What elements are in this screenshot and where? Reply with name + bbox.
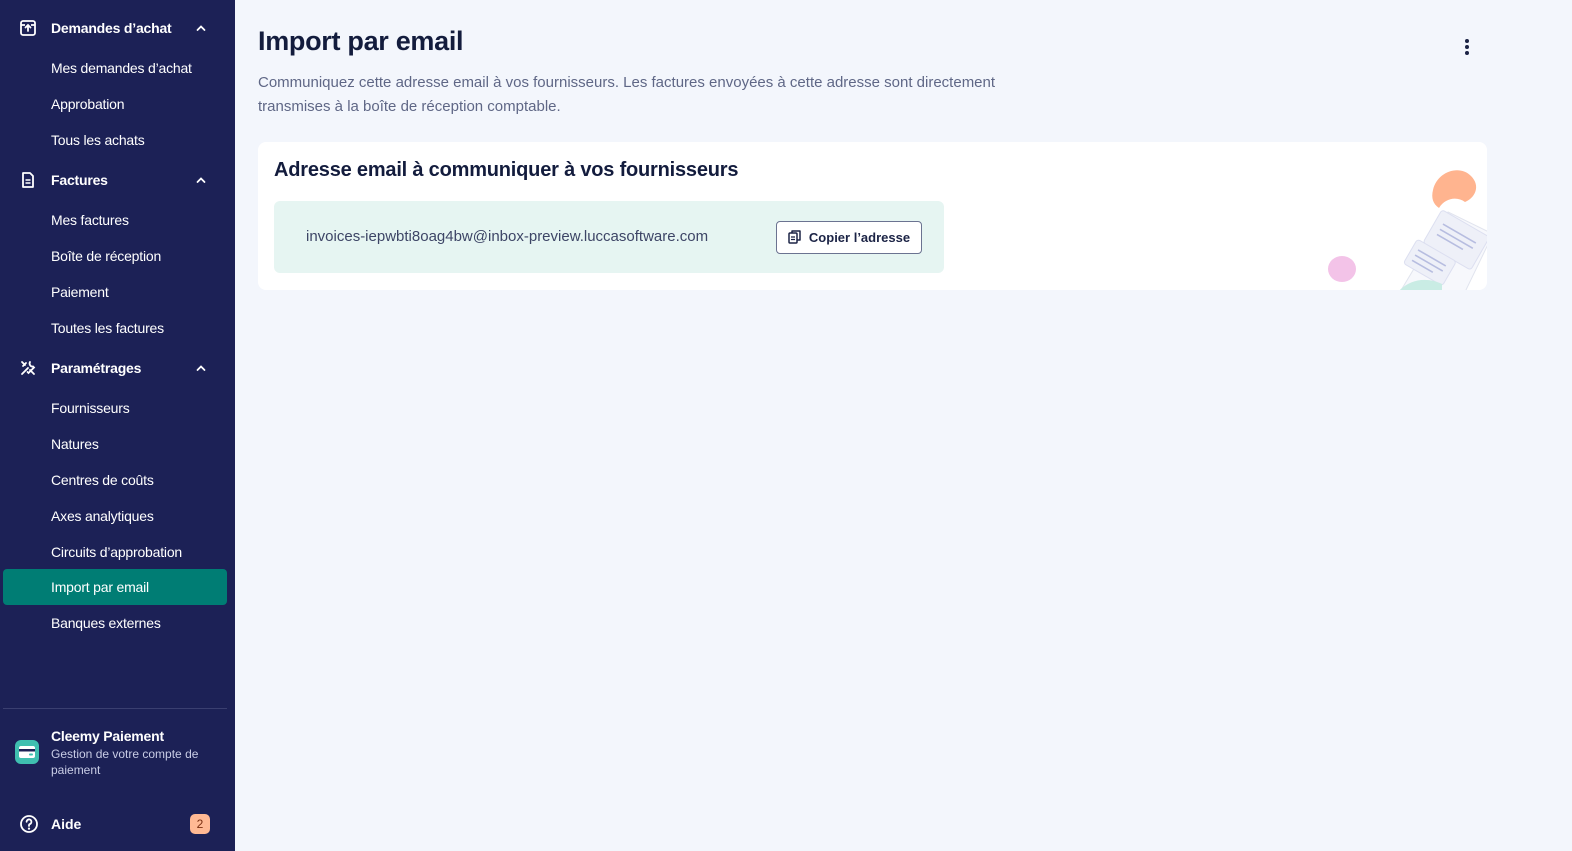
upload-box-icon	[19, 19, 37, 37]
chevron-up-icon[interactable]	[194, 173, 208, 187]
copy-address-label: Copier l’adresse	[808, 230, 911, 245]
sidebar-divider	[3, 708, 227, 709]
kebab-menu-icon	[1464, 38, 1470, 61]
more-options-button[interactable]	[1452, 34, 1482, 64]
sidebar-section-parametrages[interactable]: Paramétrages	[0, 352, 235, 384]
tools-icon	[19, 359, 37, 377]
sidebar: Demandes d’achat Mes demandes d’achat Ap…	[0, 0, 235, 851]
sidebar-section-factures[interactable]: Factures	[0, 164, 235, 196]
page-title: Import par email	[258, 26, 464, 56]
wallet-icon	[15, 740, 39, 764]
sidebar-item-tous-les-achats[interactable]: Tous les achats	[3, 122, 227, 158]
sidebar-item-axes-analytiques[interactable]: Axes analytiques	[3, 498, 227, 534]
chevron-up-icon[interactable]	[194, 361, 208, 375]
sidebar-item-centres-de-couts[interactable]: Centres de coûts	[3, 462, 227, 498]
help-label: Aide	[51, 816, 82, 832]
sidebar-item-natures[interactable]: Natures	[3, 426, 227, 462]
sidebar-item-approbation[interactable]: Approbation	[3, 86, 227, 122]
sidebar-item-import-par-email[interactable]: Import par email	[3, 569, 227, 605]
sidebar-item-label: Boîte de réception	[51, 248, 162, 264]
sidebar-item-label: Paiement	[51, 284, 109, 300]
copy-address-button[interactable]: Copier l’adresse	[776, 221, 922, 254]
copy-icon	[788, 229, 802, 247]
sidebar-item-mes-factures[interactable]: Mes factures	[3, 202, 227, 238]
envelope-illustration	[1328, 170, 1487, 290]
sidebar-item-label: Axes analytiques	[51, 508, 154, 524]
sidebar-item-label: Mes factures	[51, 212, 129, 228]
sidebar-item-label: Tous les achats	[51, 132, 145, 148]
sidebar-item-label: Import par email	[51, 579, 149, 595]
cleemy-title: Cleemy Paiement	[51, 728, 164, 744]
sidebar-item-paiement[interactable]: Paiement	[3, 274, 227, 310]
cleemy-subtitle: Gestion de votre compte de paiement	[51, 747, 199, 777]
sidebar-item-label: Banques externes	[51, 615, 161, 631]
document-icon	[19, 171, 37, 189]
sidebar-item-toutes-les-factures[interactable]: Toutes les factures	[3, 310, 227, 346]
chevron-up-icon[interactable]	[194, 21, 208, 35]
page-description: Communiquez cette adresse email à vos fo…	[258, 74, 996, 115]
sidebar-item-label: Circuits d’approbation	[51, 544, 183, 560]
cleemy-paiement-link[interactable]: Cleemy Paiement Gestion de votre compte …	[0, 722, 235, 782]
sidebar-item-label: Natures	[51, 436, 99, 452]
email-address-card: Adresse email à communiquer à vos fourni…	[258, 142, 1487, 290]
sidebar-item-label: Toutes les factures	[51, 320, 164, 336]
help-notification-badge: 2	[190, 814, 210, 834]
email-address-box: invoices-iepwbti8oag4bw@inbox-preview.lu…	[274, 201, 944, 273]
sidebar-item-label: Approbation	[51, 96, 125, 112]
help-circle-icon	[19, 814, 39, 834]
help-link[interactable]: Aide 2	[0, 808, 235, 840]
sidebar-item-mes-demandes-achat[interactable]: Mes demandes d’achat	[3, 50, 227, 86]
import-email-address[interactable]: invoices-iepwbti8oag4bw@inbox-preview.lu…	[306, 228, 708, 245]
sidebar-section-demandes-achat[interactable]: Demandes d’achat	[0, 12, 235, 44]
sidebar-item-boite-de-reception[interactable]: Boîte de réception	[3, 238, 227, 274]
card-title: Adresse email à communiquer à vos fourni…	[274, 159, 739, 181]
sidebar-item-label: Mes demandes d’achat	[51, 60, 192, 76]
sidebar-section-label: Demandes d’achat	[51, 20, 172, 36]
sidebar-section-label: Factures	[51, 172, 108, 188]
sidebar-item-banques-externes[interactable]: Banques externes	[3, 605, 227, 641]
sidebar-item-circuits-approbation[interactable]: Circuits d’approbation	[3, 534, 227, 570]
sidebar-item-label: Centres de coûts	[51, 472, 154, 488]
sidebar-item-label: Fournisseurs	[51, 400, 130, 416]
sidebar-item-fournisseurs[interactable]: Fournisseurs	[3, 390, 227, 426]
sidebar-section-label: Paramétrages	[51, 360, 142, 376]
